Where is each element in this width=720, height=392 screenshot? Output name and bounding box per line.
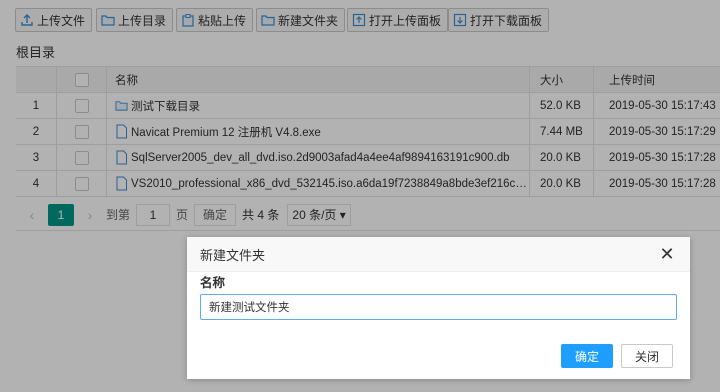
confirm-button[interactable]: 确定: [561, 344, 613, 368]
new-folder-dialog: 新建文件夹 ✕ 名称 确定 关闭: [187, 237, 690, 379]
dialog-title: 新建文件夹: [200, 247, 266, 263]
close-button[interactable]: 关闭: [621, 344, 673, 368]
close-icon[interactable]: ✕: [658, 244, 676, 264]
folder-name-input[interactable]: [200, 294, 677, 320]
name-label: 名称: [200, 276, 226, 290]
dialog-header[interactable]: 新建文件夹 ✕: [187, 237, 690, 272]
